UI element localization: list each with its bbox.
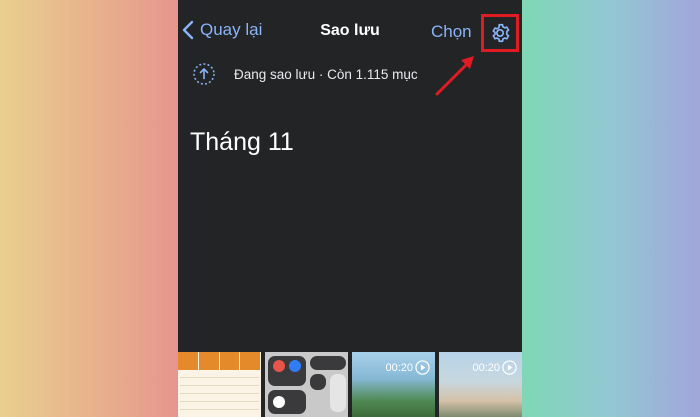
left-background-panel [0,0,178,417]
month-heading: Tháng 11 [190,128,294,156]
video-thumbnail[interactable]: 00:20 [352,352,435,417]
backup-status-row: Đang sao lưu · Còn 1.115 mục [192,62,418,86]
photo-grid: 00:20 00:20 [178,352,522,417]
photo-thumbnail-spreadsheet[interactable] [178,352,261,417]
settings-button[interactable] [481,14,519,52]
red-pointer-arrow-icon [435,56,474,96]
video-duration: 00:20 [385,362,413,374]
video-duration: 00:20 [472,362,500,374]
play-icon [502,360,517,375]
right-background-panel [522,0,700,417]
photo-thumbnail-control-center[interactable] [265,352,348,417]
gear-icon [492,23,510,43]
play-icon [415,360,430,375]
backup-status-text: Đang sao lưu · Còn 1.115 mục [234,66,418,82]
phone-screen: Quay lại Sao lưu Chọn Đang sao lưu · Còn… [178,0,522,417]
select-button[interactable]: Chọn [431,22,472,42]
backup-upload-icon [193,63,215,85]
video-thumbnail[interactable]: 00:20 [439,352,522,417]
